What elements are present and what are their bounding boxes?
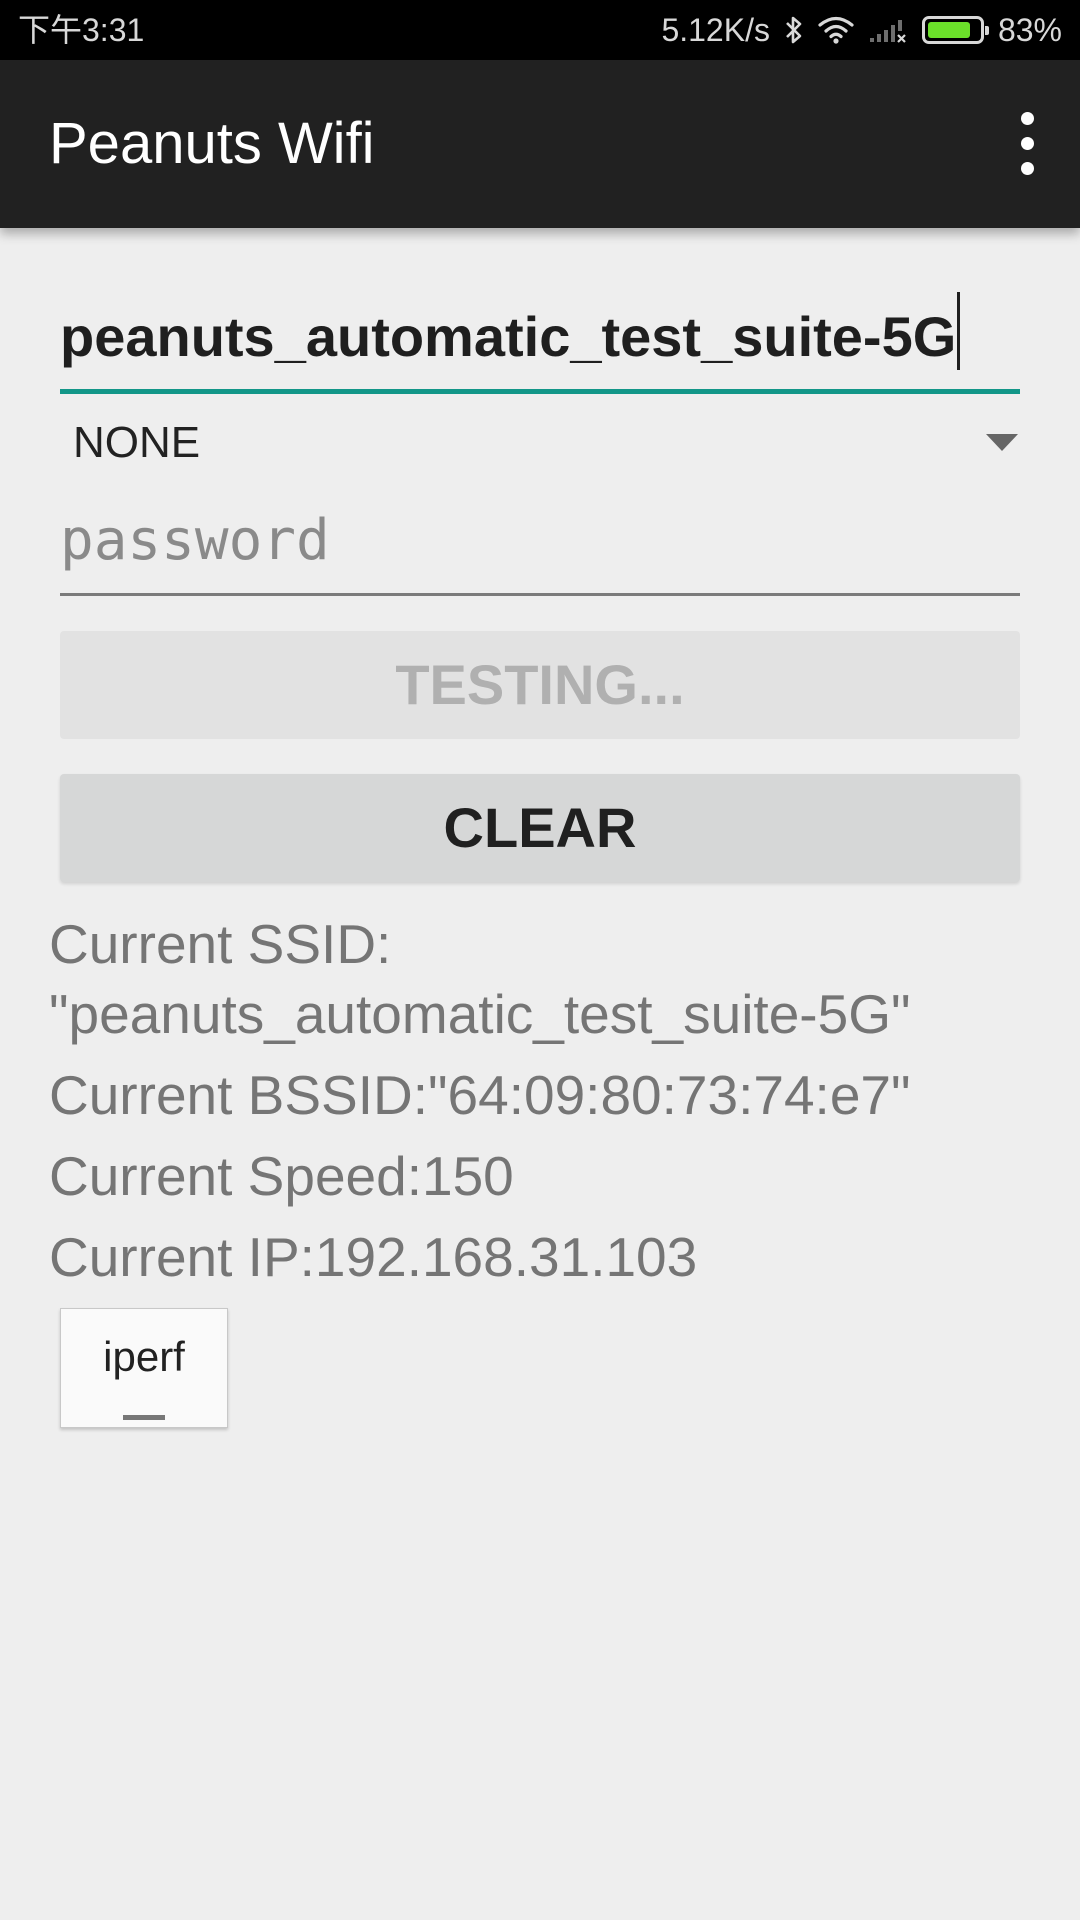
bluetooth-icon (784, 15, 804, 45)
battery-fill (927, 22, 970, 38)
current-ip: Current IP:192.168.31.103 (49, 1226, 698, 1288)
ssid-field[interactable]: peanuts_automatic_test_suite-5G (60, 282, 1020, 394)
battery-icon (921, 16, 989, 44)
password-field[interactable] (60, 494, 1020, 596)
password-input[interactable] (60, 498, 1020, 582)
current-speed: Current Speed:150 (49, 1145, 514, 1207)
current-bssid: Current BSSID:"64:09:80:73:74:e7" (49, 1064, 911, 1126)
app-title: Peanuts Wifi (49, 111, 375, 176)
status-icons: 5.12K/s 83% (661, 0, 1062, 60)
cell-signal-no-service-icon (868, 16, 908, 44)
iperf-button[interactable]: iperf (60, 1308, 228, 1428)
dropdown-arrow-icon (986, 434, 1018, 451)
overflow-menu-icon[interactable] (1008, 112, 1048, 176)
security-type-value: NONE (73, 418, 201, 467)
ssid-value: peanuts_automatic_test_suite-5G (60, 305, 957, 368)
network-speed: 5.12K/s (661, 11, 770, 48)
clear-button[interactable]: CLEAR (60, 774, 1020, 882)
iperf-indicator (123, 1415, 165, 1420)
testing-button[interactable]: TESTING... (60, 631, 1020, 739)
wifi-icon (818, 16, 854, 44)
security-type-dropdown[interactable]: NONE (60, 410, 1020, 480)
app-bar: Peanuts Wifi (0, 60, 1080, 228)
text-cursor (957, 292, 961, 370)
iperf-label: iperf (103, 1333, 185, 1380)
status-bar: 下午3:31 5.12K/s 83% (0, 0, 1080, 60)
ssid-input[interactable]: peanuts_automatic_test_suite-5G (60, 292, 961, 370)
current-ssid-value: "peanuts_automatic_test_suite-5G" (49, 983, 911, 1045)
battery-percent: 83% (997, 11, 1062, 48)
status-time: 下午3:31 (18, 12, 145, 48)
current-ssid-label: Current SSID: (49, 913, 392, 975)
